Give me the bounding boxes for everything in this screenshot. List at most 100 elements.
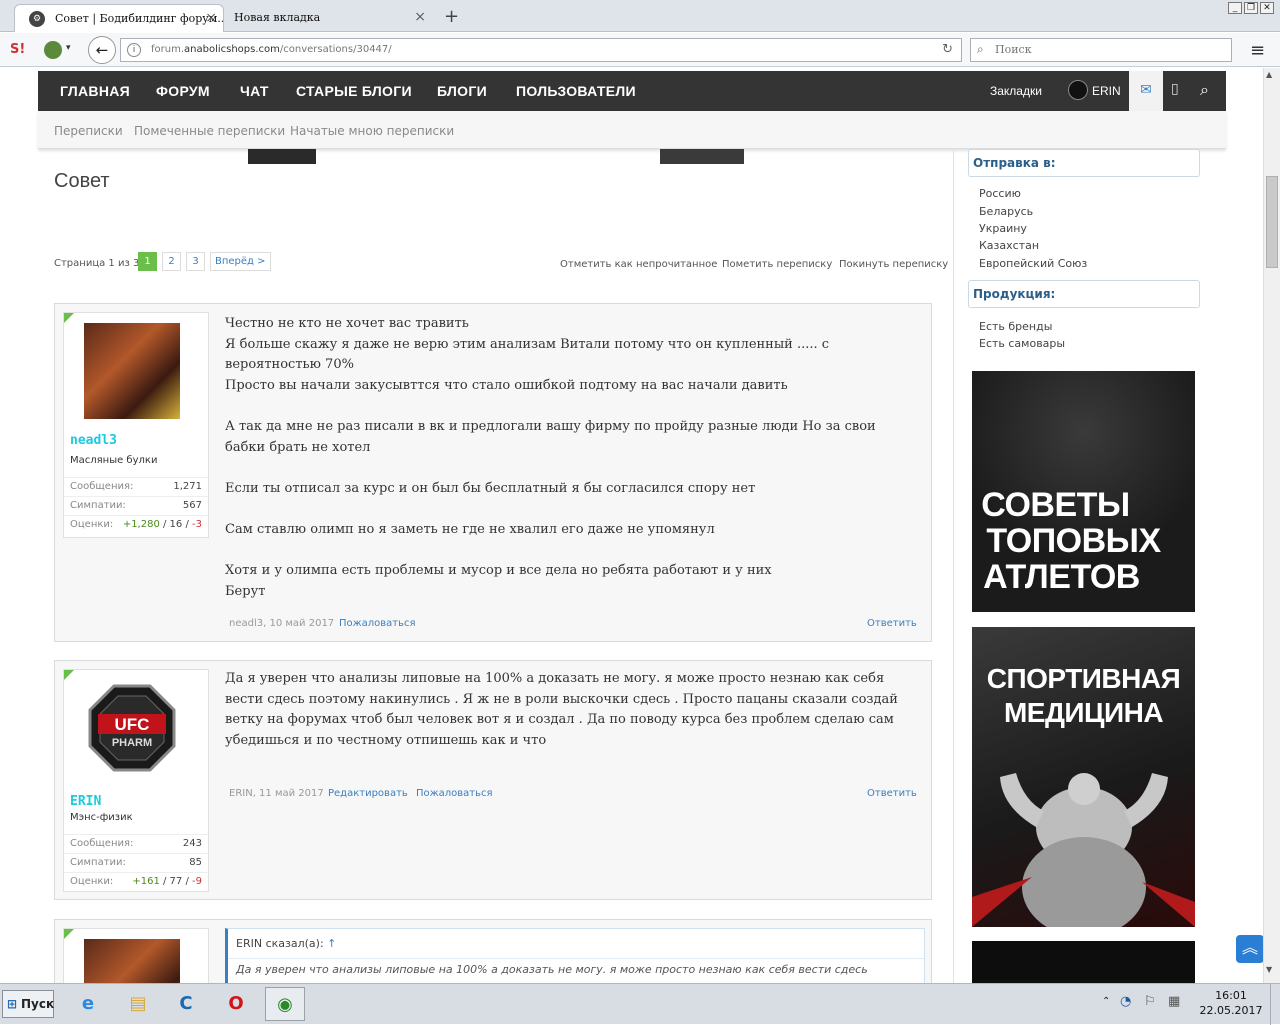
mark-unread-link[interactable]: Отметить как непрочитанное xyxy=(560,259,717,270)
banner-line: СОВЕТЫ xyxy=(981,486,1130,524)
page-3-button[interactable]: 3 xyxy=(186,252,205,271)
search-icon: ⌕ xyxy=(977,42,984,56)
nav-bookmarks[interactable]: Закладки xyxy=(990,84,1042,98)
username[interactable]: neadl3 xyxy=(70,433,117,448)
next-page-button[interactable]: Вперёд > xyxy=(210,252,271,271)
message-paragraph: Если ты отписал за курс и он был бы бесп… xyxy=(225,480,756,496)
url-domain: anabolicshops.com xyxy=(184,44,280,55)
star-conversation-link[interactable]: Пометить переписку xyxy=(722,259,832,270)
message-userinfo: neadl3 Масляные булки Сообщения: 1,271 Си… xyxy=(63,312,209,538)
nav-old-blogs[interactable]: СТАРЫЕ БЛОГИ xyxy=(296,83,412,99)
menu-icon[interactable]: ≡ xyxy=(1250,40,1265,61)
chevron-down-icon[interactable]: ▾ xyxy=(66,43,71,53)
tab-new[interactable]: Новая вкладка × xyxy=(226,4,432,32)
message-paragraph: А так да мне не раз писали в вк и предло… xyxy=(225,418,876,455)
user-avatar[interactable] xyxy=(1068,80,1088,100)
nav-chat[interactable]: ЧАТ xyxy=(240,83,269,99)
edit-link[interactable]: Редактировать xyxy=(328,788,408,799)
alerts-icon[interactable]: ▯ xyxy=(1171,81,1179,97)
ufc-pharm-logo-icon: UFC PHARM xyxy=(88,684,176,772)
shipping-item: Казахстан xyxy=(979,239,1040,252)
clock-date: 22.05.2017 xyxy=(1199,1004,1263,1017)
avatar[interactable] xyxy=(84,323,180,419)
tab-close-icon[interactable]: × xyxy=(205,10,217,26)
message-paragraph: Честно не кто не хочет вас травить Я бол… xyxy=(225,316,830,393)
nav-forum[interactable]: ФОРУМ xyxy=(156,83,210,99)
header-image-fragment xyxy=(660,149,744,164)
subnav-conversations[interactable]: Переписки xyxy=(54,124,123,138)
subnav-starred[interactable]: Помеченные переписки xyxy=(134,124,285,138)
message-meta[interactable]: neadl3, 10 май 2017 xyxy=(229,618,334,629)
conversations-icon[interactable]: ✉ xyxy=(1129,71,1163,111)
network-icon[interactable]: ▦ xyxy=(1168,994,1180,1009)
avatar[interactable] xyxy=(84,939,180,983)
stat-messages: Сообщения: 1,271 xyxy=(64,477,208,496)
nav-user-name[interactable]: ERIN xyxy=(1092,84,1121,98)
banner-sports-medicine[interactable]: СПОРТИВНАЯ МЕДИЦИНА xyxy=(972,627,1195,927)
clock-time: 16:01 xyxy=(1215,989,1247,1002)
message-text: Да я уверен что анализы липовые на 100% … xyxy=(225,669,915,751)
tray-expand-icon[interactable]: ⌃ xyxy=(1102,996,1110,1007)
show-desktop-button[interactable] xyxy=(1270,984,1280,1025)
info-icon[interactable]: i xyxy=(127,43,141,57)
clock[interactable]: 16:01 22.05.2017 xyxy=(1195,988,1267,1018)
message-meta[interactable]: ERIN, 11 май 2017 xyxy=(229,788,324,799)
user-title: Масляные булки xyxy=(70,455,158,466)
tab-close-icon[interactable]: × xyxy=(414,9,426,25)
close-window-button[interactable]: ✕ xyxy=(1260,2,1274,14)
reload-icon[interactable]: ↻ xyxy=(942,42,953,57)
tab-title: Совет | Бодибилдинг форум... xyxy=(55,12,224,25)
reply-link[interactable]: Ответить xyxy=(867,618,917,629)
scroll-top-icon[interactable]: ︽ xyxy=(1236,935,1263,963)
username[interactable]: ERIN xyxy=(70,794,101,809)
subnav-started[interactable]: Начатые мною переписки xyxy=(290,124,454,138)
quote-jump-link[interactable]: ↑ xyxy=(327,937,336,950)
sputnik-icon[interactable]: S! xyxy=(10,42,25,57)
nav-home[interactable]: ГЛАВНАЯ xyxy=(60,83,130,99)
user-title: Мэнс-физик xyxy=(70,812,133,823)
banner-top-athletes[interactable]: СОВЕТЫ ТОПОВЫХ АТЛЕТОВ xyxy=(972,371,1195,612)
message-post: ERIN сказал(а): ↑ Да я уверен что анализ… xyxy=(54,919,932,983)
reply-link[interactable]: Ответить xyxy=(867,788,917,799)
shipping-item: Украину xyxy=(979,222,1027,235)
extension-icon[interactable] xyxy=(44,41,62,59)
back-button[interactable]: ← xyxy=(88,36,116,64)
address-bar[interactable]: i forum.anabolicshops.com/conversations/… xyxy=(120,38,962,62)
message-post: UFC PHARM ERIN Мэнс-физик Сообщения: 243 … xyxy=(54,660,932,900)
active-browser-icon[interactable]: ◉ xyxy=(265,987,305,1021)
scroll-up-icon[interactable]: ▲ xyxy=(1266,70,1272,79)
nav-blogs[interactable]: БЛОГИ xyxy=(437,83,487,99)
new-tab-button[interactable]: + xyxy=(444,6,459,27)
browser-app-icon[interactable]: C xyxy=(166,987,206,1021)
scroll-down-icon[interactable]: ▼ xyxy=(1266,965,1272,974)
sub-navigation: Переписки Помеченные переписки Начатые м… xyxy=(38,111,1226,149)
windows-logo-icon: ⊞ xyxy=(7,997,18,1011)
explorer-folder-icon[interactable]: ▤ xyxy=(118,987,158,1021)
page-viewport: ГЛАВНАЯ ФОРУМ ЧАТ СТАРЫЕ БЛОГИ БЛОГИ ПОЛ… xyxy=(0,68,1263,983)
scrollbar-thumb[interactable] xyxy=(1266,176,1278,268)
browser-search-input[interactable]: ⌕ Поиск xyxy=(970,38,1232,62)
flag-icon[interactable]: ⚐ xyxy=(1144,994,1156,1009)
message-paragraph: Да я уверен что анализы липовые на 100% … xyxy=(225,671,898,748)
stat-likes: Симпатии: 85 xyxy=(64,853,208,872)
report-link[interactable]: Пожаловаться xyxy=(416,788,493,799)
page-1-button[interactable]: 1 xyxy=(138,252,157,271)
nav-users[interactable]: ПОЛЬЗОВАТЕЛИ xyxy=(516,83,636,99)
report-link[interactable]: Пожаловаться xyxy=(339,618,416,629)
page-scrollbar[interactable]: ▲ ▼ xyxy=(1263,68,1280,983)
start-button[interactable]: ⊞ Пуск xyxy=(2,990,54,1018)
search-icon[interactable]: ⌕ xyxy=(1200,80,1209,100)
minimize-button[interactable]: _ xyxy=(1228,2,1242,14)
avatar[interactable]: UFC PHARM xyxy=(84,680,180,776)
banner-third[interactable] xyxy=(972,941,1195,983)
tray-app-icon[interactable]: ◔ xyxy=(1120,994,1131,1009)
internet-explorer-icon[interactable]: e xyxy=(68,987,108,1021)
opera-icon[interactable]: O xyxy=(216,987,256,1021)
quote-author: ERIN сказал(а): xyxy=(236,937,324,950)
banner-line: ТОПОВЫХ xyxy=(986,522,1161,560)
maximize-button[interactable]: ❐ xyxy=(1244,2,1258,14)
tab-active[interactable]: ⚙ Совет | Бодибилдинг форум... × xyxy=(14,4,224,32)
page-2-button[interactable]: 2 xyxy=(162,252,181,271)
leave-conversation-link[interactable]: Покинуть переписку xyxy=(839,259,948,270)
taskbar: ⊞ Пуск e ▤ C O ◉ ⌃ ◔ ⚐ ▦ 16:01 22.05.201… xyxy=(0,983,1280,1025)
